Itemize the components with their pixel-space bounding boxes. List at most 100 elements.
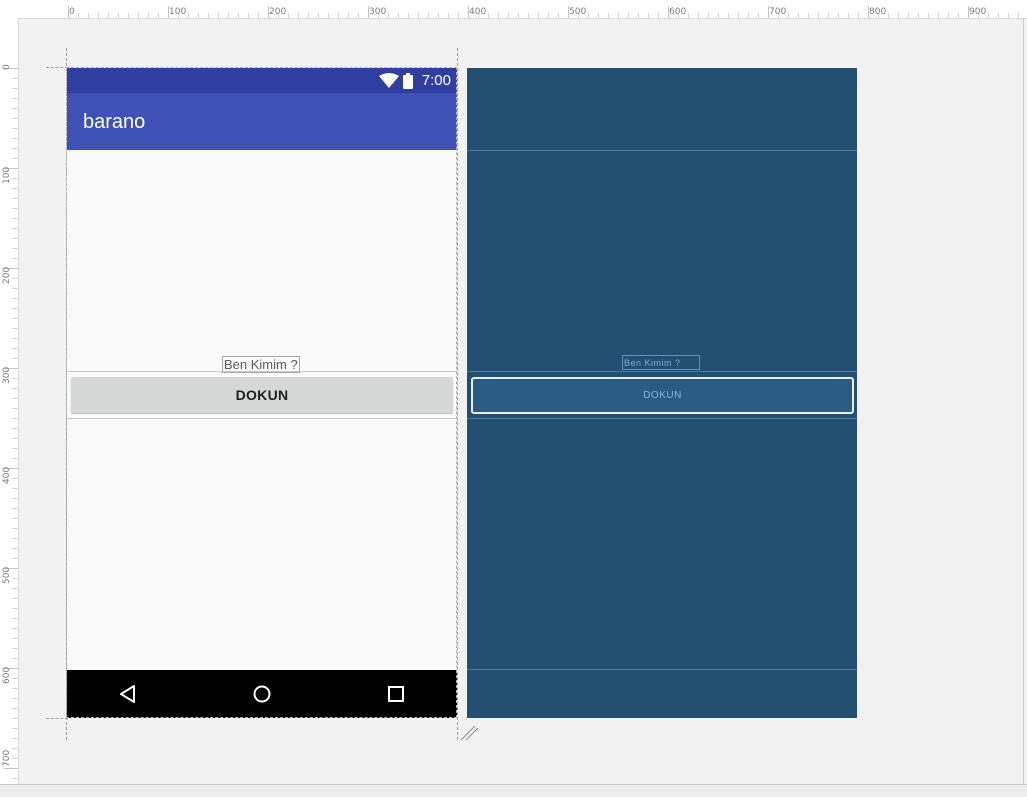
ruler-tick: [598, 13, 599, 18]
ruler-tick: [488, 13, 489, 18]
ruler-tick: [498, 13, 499, 18]
ruler-tick: [12, 78, 18, 79]
ruler-tick: [728, 13, 729, 18]
ruler-tick: [688, 13, 689, 18]
ruler-tick: [12, 578, 18, 579]
ruler-left-label: 200: [2, 266, 12, 284]
home-icon[interactable]: [252, 684, 272, 704]
ruler-tick: [428, 13, 429, 18]
ruler-tick: [828, 13, 829, 18]
back-icon[interactable]: [118, 684, 138, 704]
ruler-tick: [138, 13, 139, 18]
ruler-top-label: 200: [269, 7, 287, 17]
status-bar: 7:00: [67, 68, 457, 93]
ruler-tick: [12, 118, 18, 119]
ruler-tick: [288, 13, 289, 18]
blueprint-line: [467, 371, 857, 372]
ruler-tick: [12, 588, 18, 589]
ruler-left-label: 100: [2, 166, 12, 184]
ruler-tick: [328, 13, 329, 18]
ruler-tick: [12, 648, 18, 649]
ruler-tick: [938, 13, 939, 18]
ruler-tick: [12, 558, 18, 559]
ruler-top-label: 100: [169, 7, 187, 17]
ruler-tick: [12, 478, 18, 479]
ruler-top-label: 900: [969, 7, 987, 17]
ruler-tick: [12, 728, 18, 729]
ruler-tick: [638, 13, 639, 18]
ruler-tick: [118, 13, 119, 18]
design-preview[interactable]: 7:00 barano Ben Kimim ? DOKUN: [67, 68, 457, 718]
dokun-button[interactable]: DOKUN: [71, 377, 453, 413]
resize-handle-icon[interactable]: [459, 724, 479, 742]
ruler-tick: [12, 538, 18, 539]
blueprint-line: [467, 669, 857, 670]
blueprint-preview[interactable]: Ben Kimim ? DOKUN: [467, 68, 857, 718]
ruler-tick: [908, 13, 909, 18]
ben-kimim-textview[interactable]: Ben Kimim ?: [222, 356, 300, 373]
ruler-tick: [12, 658, 18, 659]
ruler-tick: [12, 518, 18, 519]
ruler-tick: [748, 13, 749, 18]
ruler-tick: [88, 13, 89, 18]
blueprint-ben-kimim-textview[interactable]: Ben Kimim ?: [622, 355, 700, 370]
ruler-tick: [12, 688, 18, 689]
ruler-tick: [12, 358, 18, 359]
ruler-tick: [658, 13, 659, 18]
ruler-tick: [958, 13, 959, 18]
ruler-tick: [12, 418, 18, 419]
ruler-top-label: 800: [869, 7, 887, 17]
blueprint-dokun-button[interactable]: DOKUN: [471, 377, 854, 414]
ruler-tick: [12, 458, 18, 459]
ruler-tick: [12, 398, 18, 399]
canvas-right-border: [1023, 18, 1024, 784]
ruler-top-label: 600: [669, 7, 687, 17]
ruler-tick: [158, 13, 159, 18]
ruler-tick: [12, 238, 18, 239]
ruler-tick: [12, 198, 18, 199]
ruler-tick: [708, 13, 709, 18]
ruler-tick: [398, 13, 399, 18]
ruler-tick: [988, 13, 989, 18]
ruler-tick: [108, 13, 109, 18]
ruler-top-label: 0: [69, 7, 75, 17]
ruler-tick: [818, 13, 819, 18]
ruler-tick: [12, 748, 18, 749]
ruler-tick: [758, 13, 759, 18]
ruler-tick: [12, 718, 18, 719]
ruler-tick: [12, 348, 18, 349]
ruler-tick: [12, 448, 18, 449]
ruler-left-label: 600: [2, 666, 12, 684]
ruler-tick: [12, 378, 18, 379]
ruler-tick: [12, 598, 18, 599]
ruler-tick: [528, 13, 529, 18]
ruler-tick: [12, 288, 18, 289]
ruler-tick: [12, 528, 18, 529]
ruler-tick: [558, 13, 559, 18]
ruler-tick: [998, 13, 999, 18]
ruler-tick: [12, 498, 18, 499]
ruler-tick: [12, 508, 18, 509]
ruler-top-label: 500: [569, 7, 587, 17]
ruler-tick: [538, 13, 539, 18]
ruler-tick: [518, 13, 519, 18]
ruler-left-label: 700: [2, 749, 12, 767]
ruler-tick: [218, 13, 219, 18]
ruler-tick: [808, 13, 809, 18]
ruler-tick: [148, 13, 149, 18]
bottom-status-bar: [0, 784, 1027, 797]
app-title: barano: [83, 111, 146, 133]
ruler-tick: [12, 258, 18, 259]
ruler-tick: [12, 698, 18, 699]
ruler-tick: [12, 438, 18, 439]
ruler-tick: [1008, 13, 1009, 18]
ruler-tick: [738, 13, 739, 18]
ruler-tick: [408, 13, 409, 18]
ruler-tick: [388, 13, 389, 18]
ruler-left-label: 500: [2, 566, 12, 584]
ruler-tick: [12, 318, 18, 319]
recents-icon[interactable]: [386, 684, 406, 704]
ruler-tick: [12, 708, 18, 709]
ruler-left-label: 0: [2, 64, 12, 70]
ruler-left-label: 400: [2, 466, 12, 484]
